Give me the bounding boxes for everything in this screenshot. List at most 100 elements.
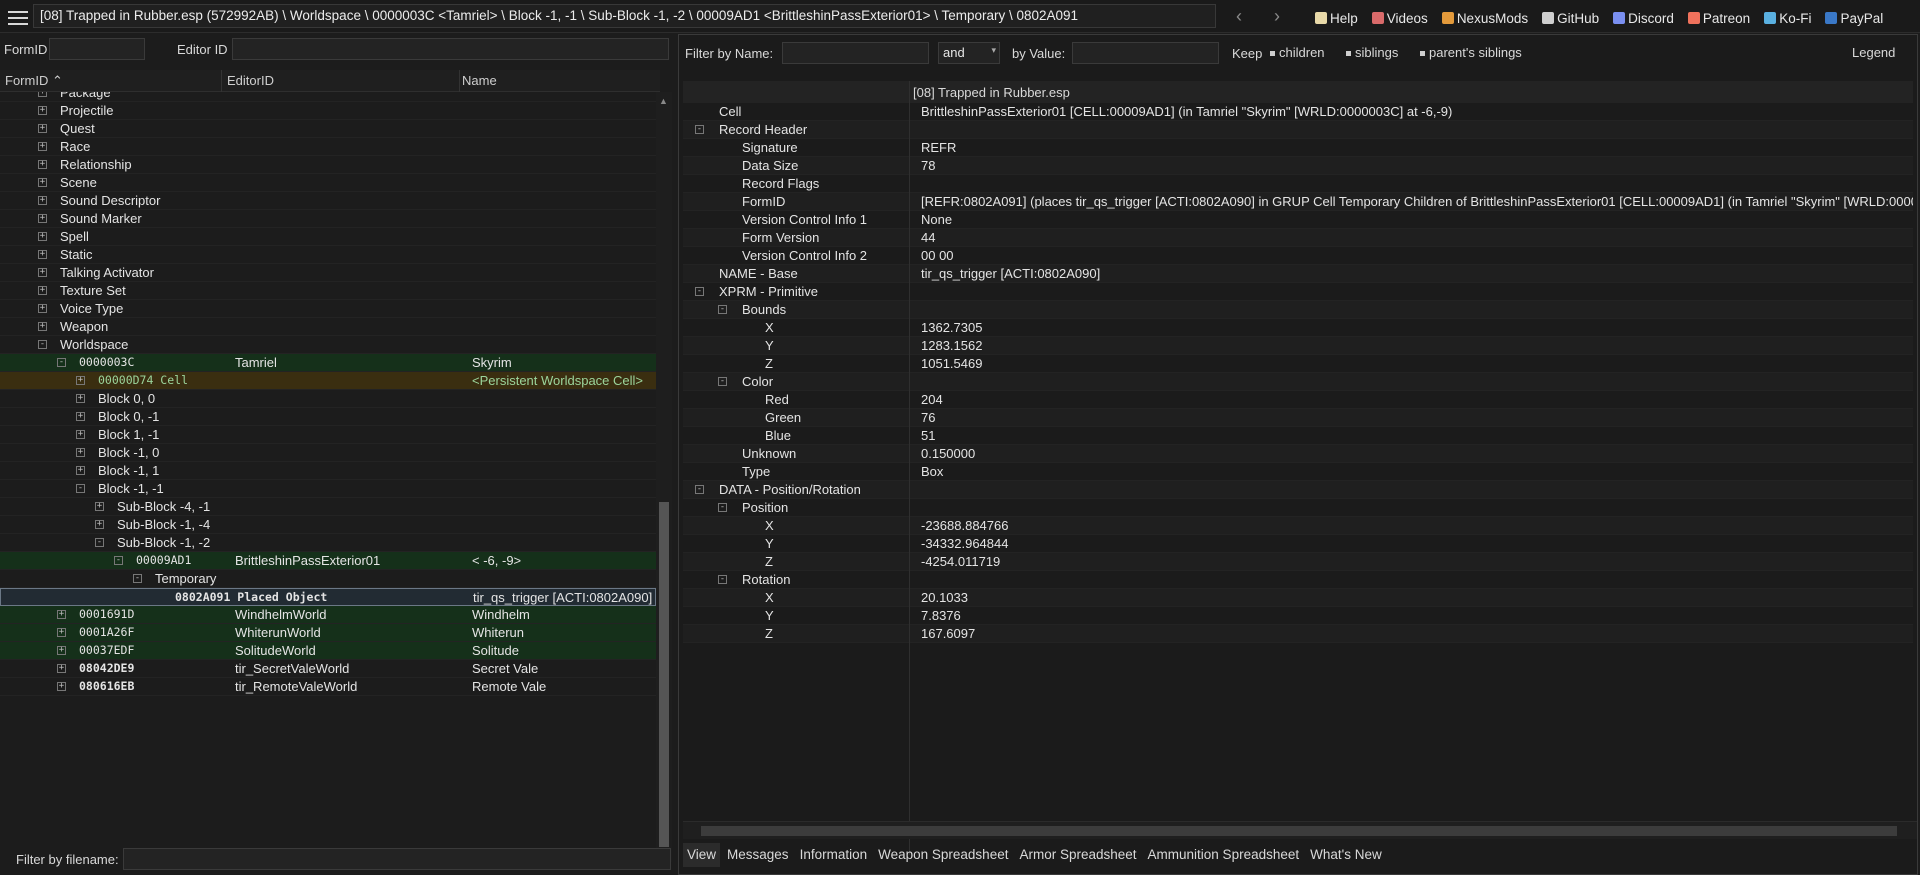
tree-row[interactable]: + Relationship xyxy=(0,156,656,174)
record-field-row[interactable]: - Position xyxy=(683,499,1913,517)
expand-icon[interactable]: + xyxy=(57,646,66,655)
collapse-icon[interactable]: - xyxy=(38,340,47,349)
tree-row[interactable]: + Sub-Block -4, -1 xyxy=(0,498,656,516)
scrollbar-thumb[interactable] xyxy=(659,502,669,847)
link-nexusmods[interactable]: NexusMods xyxy=(1441,8,1528,28)
collapse-icon[interactable]: - xyxy=(57,358,66,367)
tree-row[interactable]: + Package xyxy=(0,92,656,102)
field-value[interactable]: 20.1033 xyxy=(921,590,968,605)
expand-icon[interactable]: + xyxy=(95,520,104,529)
link-help[interactable]: Help xyxy=(1315,8,1358,28)
record-field-row[interactable]: Unknown 0.150000 xyxy=(683,445,1913,463)
expand-icon[interactable]: + xyxy=(76,412,85,421)
collapse-icon[interactable]: - xyxy=(718,575,727,584)
tree-row[interactable]: +00000D74 Cell <Persistent Worldspace Cel… xyxy=(0,372,656,390)
record-field-row[interactable]: X 20.1033 xyxy=(683,589,1913,607)
expand-icon[interactable]: + xyxy=(57,610,66,619)
record-field-row[interactable]: - Color xyxy=(683,373,1913,391)
collapse-icon[interactable]: - xyxy=(114,556,123,565)
field-value[interactable]: 1362.7305 xyxy=(921,320,982,335)
tree-row[interactable]: + Sound Marker xyxy=(0,210,656,228)
tree-row[interactable]: - Sub-Block -1, -2 xyxy=(0,534,656,552)
expand-icon[interactable]: + xyxy=(38,232,47,241)
tree-row[interactable]: 0802A091 Placed Object tir_qs_trigger [AC… xyxy=(0,588,656,606)
expand-icon[interactable]: + xyxy=(38,250,47,259)
record-field-row[interactable]: Y 7.8376 xyxy=(683,607,1913,625)
record-field-row[interactable]: X 1362.7305 xyxy=(683,319,1913,337)
tree-row[interactable]: + Texture Set xyxy=(0,282,656,300)
field-value[interactable]: [REFR:0802A091] (places tir_qs_trigger [… xyxy=(921,194,1913,209)
back-arrow-icon[interactable]: ‹ xyxy=(1228,6,1250,28)
record-field-row[interactable]: Y 1283.1562 xyxy=(683,337,1913,355)
tab-what-s-new[interactable]: What's New xyxy=(1306,843,1386,867)
tree-row[interactable]: + Voice Type xyxy=(0,300,656,318)
tab-weapon-spreadsheet[interactable]: Weapon Spreadsheet xyxy=(874,843,1012,867)
scrollbar-thumb[interactable] xyxy=(701,826,1897,836)
record-horizontal-scrollbar[interactable] xyxy=(683,821,1917,839)
record-field-row[interactable]: Version Control Info 1 None xyxy=(683,211,1913,229)
collapse-icon[interactable]: - xyxy=(76,484,85,493)
filter-name-input[interactable] xyxy=(782,42,929,64)
record-field-row[interactable]: Version Control Info 2 00 00 xyxy=(683,247,1913,265)
tree-row[interactable]: +0001691D WindhelmWorld Windhelm xyxy=(0,606,656,624)
expand-icon[interactable]: + xyxy=(76,448,85,457)
record-field-row[interactable]: Green 76 xyxy=(683,409,1913,427)
expand-icon[interactable]: + xyxy=(76,430,85,439)
field-value[interactable]: 7.8376 xyxy=(921,608,961,623)
tree-scrollbar[interactable]: ▲ ▼ xyxy=(656,92,672,862)
expand-icon[interactable]: + xyxy=(76,466,85,475)
field-value[interactable]: 0.150000 xyxy=(921,446,975,461)
expand-icon[interactable]: + xyxy=(57,664,66,673)
record-field-row[interactable]: - DATA - Position/Rotation xyxy=(683,481,1913,499)
collapse-icon[interactable]: - xyxy=(695,125,704,134)
field-value[interactable]: 44 xyxy=(921,230,935,245)
record-field-row[interactable]: Record Flags xyxy=(683,175,1913,193)
link-patreon[interactable]: Patreon xyxy=(1687,8,1750,28)
tree-row[interactable]: +0001A26F WhiterunWorld Whiterun xyxy=(0,624,656,642)
tree-row[interactable]: + Sound Descriptor xyxy=(0,192,656,210)
field-value[interactable]: -23688.884766 xyxy=(921,518,1008,533)
record-field-row[interactable]: - XPRM - Primitive xyxy=(683,283,1913,301)
tree-row[interactable]: + Block -1, 1 xyxy=(0,462,656,480)
tree-row[interactable]: + Quest xyxy=(0,120,656,138)
record-field-row[interactable]: Data Size 78 xyxy=(683,157,1913,175)
record-field-row[interactable]: - Record Header xyxy=(683,121,1913,139)
collapse-icon[interactable]: - xyxy=(95,538,104,547)
tree-row[interactable]: +00037EDF SolitudeWorld Solitude xyxy=(0,642,656,660)
link-discord[interactable]: Discord xyxy=(1613,8,1674,28)
forward-arrow-icon[interactable]: › xyxy=(1266,6,1288,28)
link-github[interactable]: GitHub xyxy=(1542,8,1599,28)
expand-icon[interactable]: + xyxy=(38,268,47,277)
record-field-row[interactable]: X -23688.884766 xyxy=(683,517,1913,535)
tree-row[interactable]: - 00009AD1 BrittleshinPassExterior01 < -6, … xyxy=(0,552,656,570)
field-value[interactable]: -4254.011719 xyxy=(921,554,1000,569)
filename-filter-input[interactable] xyxy=(123,848,671,870)
column-name[interactable]: Name xyxy=(462,73,497,88)
record-field-row[interactable]: Z -4254.011719 xyxy=(683,553,1913,571)
parents-siblings-checkbox[interactable] xyxy=(1420,51,1425,56)
expand-icon[interactable]: + xyxy=(38,196,47,205)
expand-icon[interactable]: + xyxy=(38,124,47,133)
link-ko-fi[interactable]: Ko-Fi xyxy=(1764,8,1811,28)
field-value[interactable]: 204 xyxy=(921,392,943,407)
expand-icon[interactable]: + xyxy=(38,92,47,97)
tree-row[interactable]: + Block 0, -1 xyxy=(0,408,656,426)
expand-icon[interactable]: + xyxy=(76,394,85,403)
tab-ammunition-spreadsheet[interactable]: Ammunition Spreadsheet xyxy=(1144,843,1304,867)
column-formid[interactable]: FormID ⌃ xyxy=(5,73,63,89)
record-field-row[interactable]: Z 167.6097 xyxy=(683,625,1913,643)
tree-row[interactable]: + Static xyxy=(0,246,656,264)
expand-icon[interactable]: + xyxy=(38,304,47,313)
link-videos[interactable]: Videos xyxy=(1371,8,1428,28)
editorid-input[interactable] xyxy=(232,38,669,60)
tree-row[interactable]: +08042DE9 tir_SecretValeWorld Secret Vale xyxy=(0,660,656,678)
field-value[interactable]: tir_qs_trigger [ACTI:0802A090] xyxy=(921,266,1100,281)
field-value[interactable]: BrittleshinPassExterior01 [CELL:00009AD1… xyxy=(921,104,1452,119)
tree-row[interactable]: + Projectile xyxy=(0,102,656,120)
legend-button[interactable]: Legend xyxy=(1852,45,1895,60)
expand-icon[interactable]: + xyxy=(38,214,47,223)
expand-icon[interactable]: + xyxy=(38,178,47,187)
field-value[interactable]: 167.6097 xyxy=(921,626,975,641)
record-field-row[interactable]: FormID [REFR:0802A091] (places tir_qs_tri… xyxy=(683,193,1913,211)
tree-row[interactable]: +080616EB tir_RemoteValeWorld Remote Vale xyxy=(0,678,656,696)
